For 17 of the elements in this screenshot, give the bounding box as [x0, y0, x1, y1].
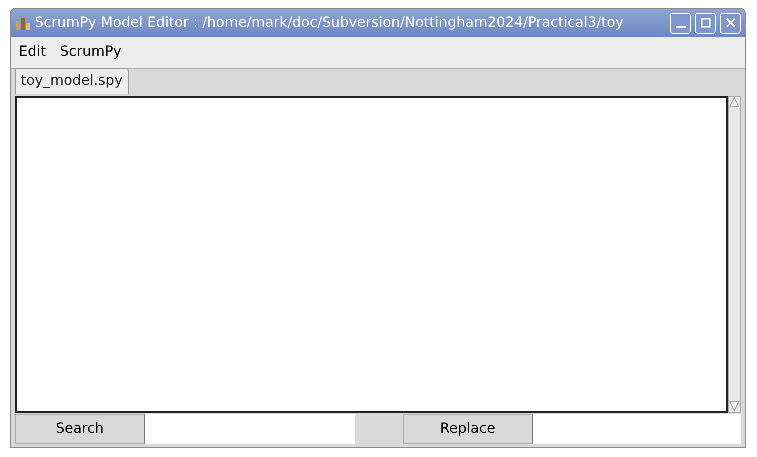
minimize-icon — [676, 26, 686, 28]
scrollbar[interactable] — [728, 96, 741, 413]
window-title: ScrumPy Model Editor : /home/mark/doc/Subversion/Nottingham2024/Practical3/toy — [35, 14, 625, 32]
minimize-button[interactable] — [670, 12, 691, 34]
menu-item[interactable]: ScrumPy — [58, 40, 124, 65]
file-tab[interactable]: toy_model.spy — [15, 68, 129, 94]
replace-button[interactable]: Replace — [403, 414, 533, 444]
search-button[interactable]: Search — [15, 414, 145, 444]
maximize-button[interactable] — [695, 12, 716, 34]
scroll-up-icon[interactable] — [729, 97, 740, 108]
close-icon — [724, 17, 736, 29]
app-icon — [15, 15, 31, 31]
menu-item[interactable]: Edit — [17, 40, 48, 65]
scroll-down-icon[interactable] — [729, 401, 740, 412]
maximize-icon — [700, 17, 712, 29]
toolbar-spacer — [355, 414, 403, 444]
close-button[interactable] — [720, 12, 741, 34]
